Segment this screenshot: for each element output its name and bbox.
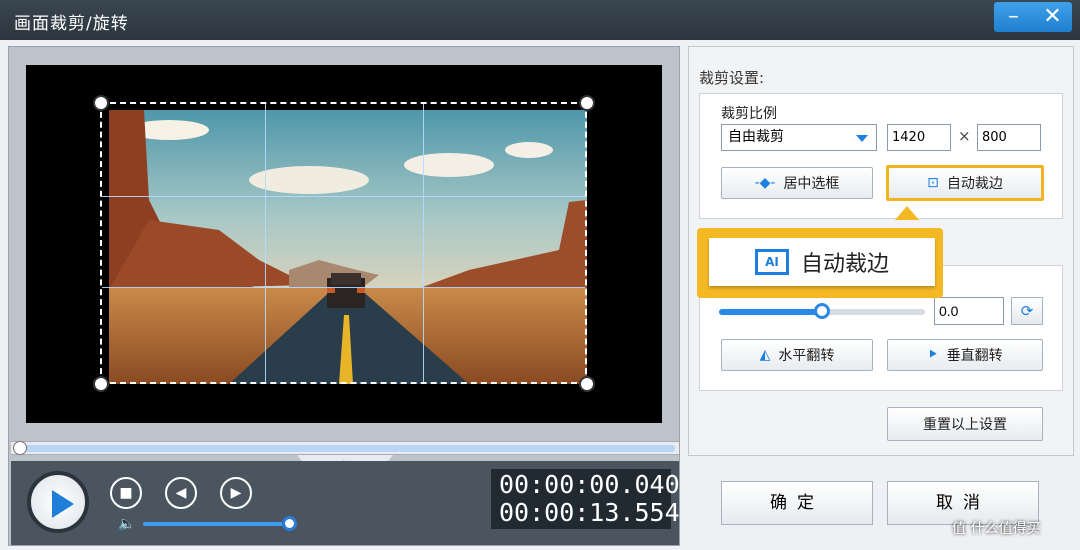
minimize-icon[interactable]: – — [994, 2, 1033, 32]
ok-button[interactable]: 确定 — [721, 481, 873, 525]
ai-crop-icon: ⊡ — [927, 175, 939, 191]
auto-crop-callout-button[interactable]: AI 自动裁边 — [709, 238, 935, 286]
rotate-slider-knob[interactable] — [814, 303, 830, 319]
volume-slider[interactable] — [143, 522, 289, 526]
volume-icon[interactable]: 🔈 — [118, 516, 135, 532]
chevron-down-icon — [856, 135, 868, 142]
crop-height-input[interactable] — [977, 124, 1041, 151]
crop-handle-bottom-right[interactable] — [579, 376, 595, 392]
ratio-label: 裁剪比例 — [721, 106, 777, 122]
play-icon — [52, 490, 74, 518]
reset-settings-label: 重置以上设置 — [923, 417, 1007, 433]
flip-vertical-label: 垂直翻转 — [946, 348, 1003, 364]
grid-line — [265, 104, 266, 382]
flip-vertical-icon: ⯈ — [927, 347, 939, 363]
playback-controls: ■ ◀ ▶ 🔈 00:00:00.040 00:00:13.554 — [11, 461, 680, 545]
prev-frame-button[interactable]: ◀ — [165, 477, 197, 509]
crop-handle-top-left[interactable] — [93, 95, 109, 111]
crop-frame[interactable] — [100, 102, 587, 384]
auto-crop-label: 自动裁边 — [946, 176, 1003, 192]
rotate-button[interactable]: ⟳ — [1011, 297, 1043, 325]
step-back-icon: ◀ — [175, 485, 187, 501]
auto-crop-button[interactable]: ⊡ 自动裁边 — [886, 165, 1044, 201]
ratio-value: 自由裁剪 — [728, 129, 784, 145]
seek-bar[interactable] — [11, 441, 679, 455]
center-selection-label: 居中选框 — [783, 176, 840, 192]
callout-arrow — [895, 206, 919, 220]
rotate-slider[interactable] — [719, 303, 925, 319]
grid-line — [102, 287, 585, 288]
close-icon[interactable]: ✕ — [1033, 2, 1072, 32]
grid-line — [102, 196, 585, 197]
crop-width-input[interactable] — [887, 124, 951, 151]
stop-button[interactable]: ■ — [110, 477, 142, 509]
reset-settings-button[interactable]: 重置以上设置 — [887, 407, 1043, 441]
total-time: 00:00:13.554 — [499, 498, 680, 527]
ratio-select[interactable]: 自由裁剪 — [721, 124, 877, 151]
times-sign: × — [958, 127, 971, 145]
rotate-slider-fill — [719, 309, 819, 315]
seek-track — [15, 445, 675, 452]
stop-icon: ■ — [119, 485, 133, 501]
crop-settings-label: 裁剪设置: — [699, 69, 765, 87]
next-frame-button[interactable]: ▶ — [220, 477, 252, 509]
center-icon: -◆- — [754, 175, 776, 191]
center-selection-button[interactable]: -◆- 居中选框 — [721, 167, 873, 199]
auto-crop-callout: AI 自动裁边 — [697, 228, 943, 298]
ai-crop-icon: AI — [754, 249, 789, 275]
watermark: 值 什么值得买 — [952, 521, 1041, 537]
grid-line — [423, 104, 424, 382]
window-title: 画面裁剪/旋转 — [14, 14, 129, 34]
video-canvas — [26, 65, 662, 423]
crop-handle-bottom-left[interactable] — [93, 376, 109, 392]
flip-horizontal-button[interactable]: ◭ 水平翻转 — [721, 339, 873, 371]
rotate-icon: ⟳ — [1020, 302, 1034, 320]
volume-knob[interactable] — [282, 516, 297, 531]
crop-handle-top-right[interactable] — [579, 95, 595, 111]
window-controls: – ✕ — [994, 2, 1072, 32]
current-time: 00:00:00.040 — [499, 470, 680, 499]
flip-vertical-button[interactable]: ⯈ 垂直翻转 — [887, 339, 1043, 371]
ai-icon-text: AI — [765, 255, 779, 269]
preview-pane: ⌄ ■ ◀ ▶ 🔈 00:00:00.040 00:00:13.554 — [8, 46, 680, 546]
play-button[interactable] — [27, 471, 89, 533]
rotate-angle-input[interactable] — [934, 297, 1004, 325]
seek-knob[interactable] — [13, 441, 27, 455]
title-bar[interactable]: 画面裁剪/旋转 – ✕ — [0, 0, 1080, 40]
crop-rotate-window: 画面裁剪/旋转 – ✕ ■ ◀ ▶ 🔈 00:00:00.040 00:00:1… — [0, 0, 1080, 550]
flip-horizontal-label: 水平翻转 — [778, 348, 835, 364]
flip-horizontal-icon: ◭ — [759, 347, 771, 363]
callout-label: 自动裁边 — [800, 252, 889, 277]
step-forward-icon: ▶ — [230, 485, 242, 501]
time-display: 00:00:00.040 00:00:13.554 — [491, 469, 680, 529]
